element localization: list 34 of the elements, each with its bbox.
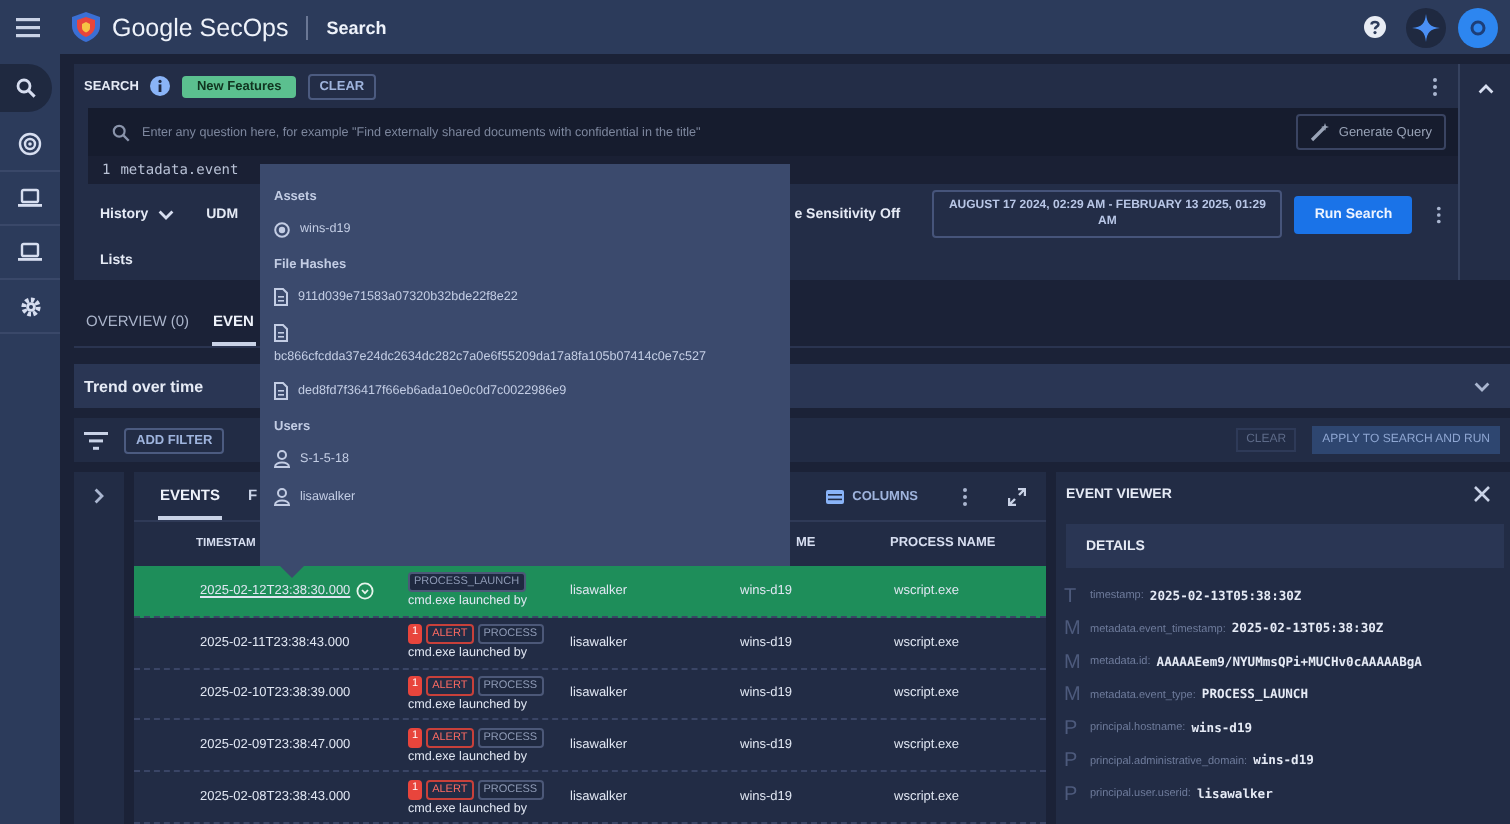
settings-icon — [19, 295, 41, 317]
more-icon[interactable] — [1432, 77, 1438, 95]
menu-icon[interactable] — [16, 17, 40, 37]
laptop-icon — [18, 188, 42, 208]
magic-wand-icon — [1310, 122, 1331, 142]
file-icon — [274, 288, 288, 306]
target-icon — [18, 132, 42, 156]
info-icon[interactable] — [150, 76, 171, 96]
search-icon — [112, 123, 130, 141]
avatar-icon[interactable] — [1458, 7, 1498, 47]
nav-item[interactable] — [0, 64, 52, 112]
file-icon — [274, 382, 288, 400]
trend-title: Trend over time — [84, 377, 204, 395]
columns-icon — [826, 489, 845, 503]
chevron-down-icon[interactable] — [1474, 381, 1490, 391]
laptop-icon — [18, 242, 42, 262]
page-title: Search — [326, 17, 387, 37]
search-icon — [16, 78, 36, 98]
filter-icon[interactable] — [84, 431, 108, 449]
user-icon — [274, 450, 290, 468]
help-icon[interactable] — [1364, 16, 1386, 38]
chevron-up-icon[interactable] — [1477, 84, 1493, 94]
chevron-down-icon — [158, 209, 175, 219]
target-icon — [274, 221, 290, 237]
file-icon — [274, 324, 288, 342]
sparkle-icon[interactable] — [1406, 7, 1446, 47]
expand-icon[interactable] — [1008, 487, 1026, 505]
product-name: Google SecOps — [112, 13, 289, 41]
chevron-right-icon[interactable] — [94, 488, 104, 504]
user-icon — [274, 488, 290, 506]
more-icon[interactable] — [962, 487, 968, 505]
more-icon[interactable] — [1436, 205, 1442, 223]
shield-logo-icon — [72, 12, 100, 42]
close-icon[interactable] — [1474, 486, 1490, 502]
